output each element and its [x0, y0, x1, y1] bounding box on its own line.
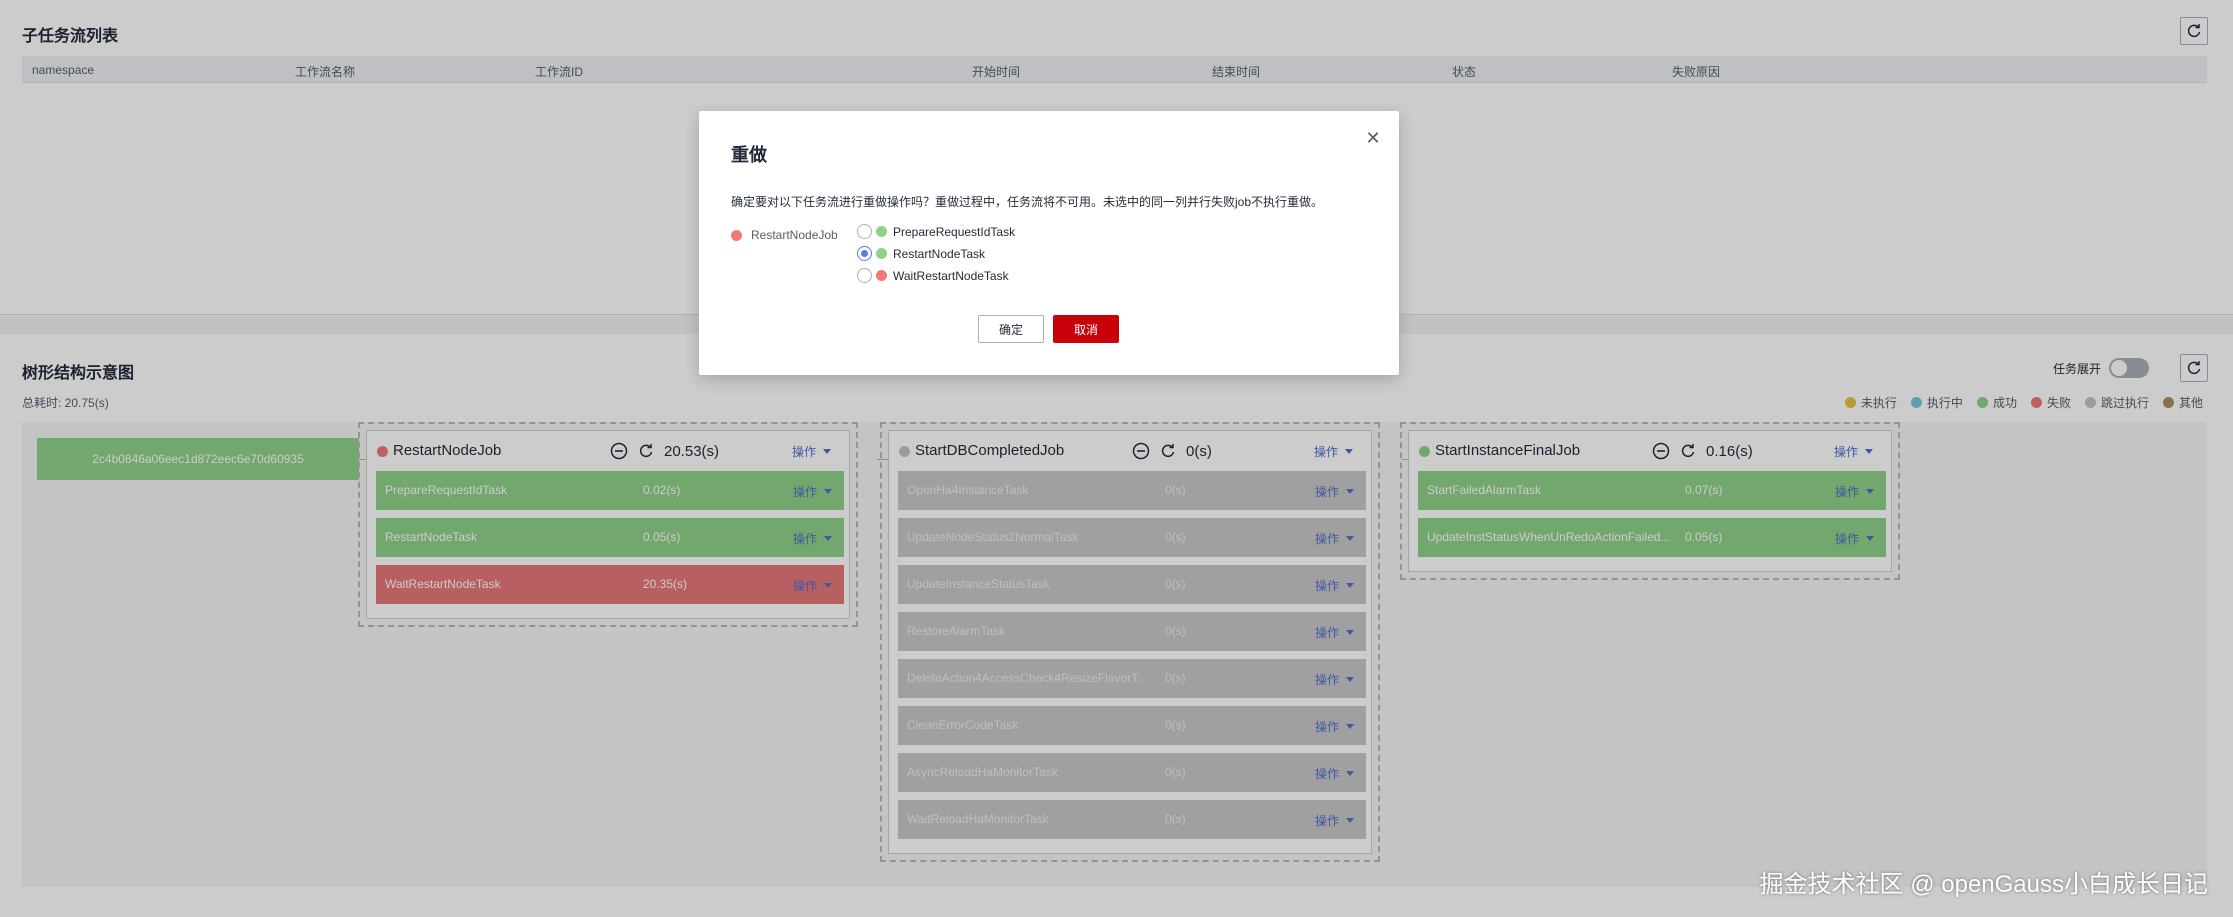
- dialog-task-name: PrepareRequestIdTask: [893, 224, 1016, 239]
- dialog-job-name: RestartNodeJob: [751, 228, 838, 242]
- task-radio[interactable]: [857, 246, 872, 261]
- dialog-task-name: WaitRestartNodeTask: [893, 268, 1009, 283]
- cancel-button[interactable]: 取消: [1053, 315, 1119, 343]
- dialog-task-name: RestartNodeTask: [893, 246, 986, 261]
- dialog-task-option[interactable]: RestartNodeTask: [857, 246, 985, 261]
- job-status-dot: [731, 229, 742, 241]
- task-radio[interactable]: [857, 224, 872, 239]
- confirm-button[interactable]: 确定: [978, 315, 1044, 343]
- dialog-title: 重做: [731, 145, 767, 165]
- dialog-description: 确定要对以下任务流进行重做操作吗？重做过程中，任务流将不可用。未选中的同一列并行…: [731, 195, 1324, 209]
- task-radio[interactable]: [857, 268, 872, 283]
- task-status-dot: [876, 270, 887, 281]
- dialog-task-option[interactable]: PrepareRequestIdTask: [857, 224, 1015, 239]
- watermark: 掘金技术社区 @ openGauss小白成长日记: [1759, 871, 2208, 898]
- dialog-job: RestartNodeJob: [731, 228, 838, 242]
- close-icon[interactable]: ✕: [1365, 129, 1381, 147]
- task-status-dot: [876, 226, 887, 237]
- redo-dialog: 重做 ✕ 确定要对以下任务流进行重做操作吗？重做过程中，任务流将不可用。未选中的…: [699, 111, 1399, 375]
- task-status-dot: [876, 248, 887, 259]
- dialog-task-option[interactable]: WaitRestartNodeTask: [857, 268, 1009, 283]
